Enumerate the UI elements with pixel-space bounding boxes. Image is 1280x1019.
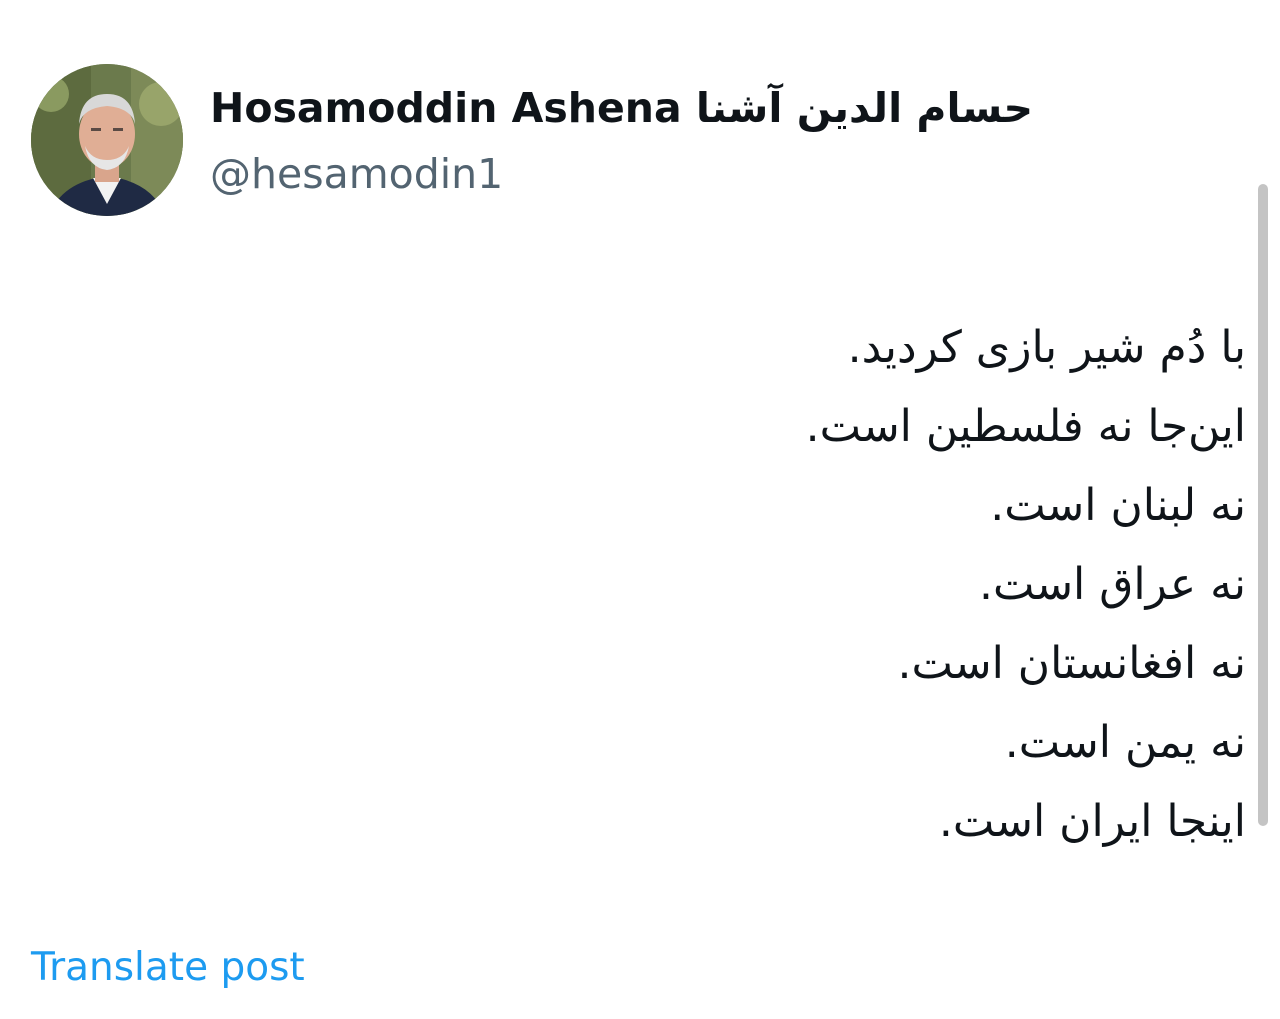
avatar[interactable]: [31, 64, 183, 216]
post-line: نه یمن است.: [1004, 717, 1246, 768]
post-line: اینجا ایران است.: [938, 796, 1246, 847]
user-handle[interactable]: @hesamodin1: [210, 148, 1033, 200]
post-line: نه افغانستان است.: [897, 638, 1246, 689]
post-line: نه عراق است.: [979, 559, 1246, 610]
post-line: نه لبنان است.: [990, 480, 1246, 531]
translate-post-link[interactable]: Translate post: [31, 942, 305, 994]
post-line: این‌جا نه فلسطین است.: [805, 401, 1246, 452]
post-header: Hosamoddin Ashena حسام الدین آشنا @hesam…: [210, 82, 1033, 200]
post-line: با دُم شیر بازی کردید.: [847, 322, 1246, 373]
scrollbar[interactable]: [1258, 184, 1268, 826]
display-name[interactable]: Hosamoddin Ashena حسام الدین آشنا: [210, 82, 1033, 134]
post-text: با دُم شیر بازی کردید. این‌جا نه فلسطین …: [346, 308, 1246, 861]
profile-photo: [31, 64, 183, 216]
